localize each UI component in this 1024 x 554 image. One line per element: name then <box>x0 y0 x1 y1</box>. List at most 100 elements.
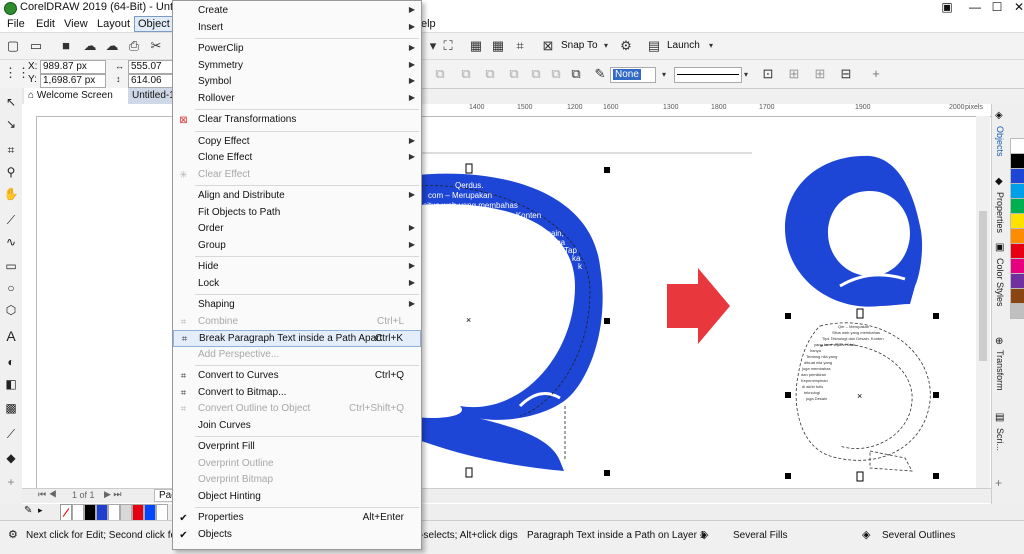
menu-item-convert-to-curves[interactable]: ⌗ Convert to Curves Ctrl+Q <box>173 368 421 385</box>
menu-item-object-hinting[interactable]: Object Hinting <box>173 489 421 506</box>
grid-icon[interactable]: ▦ <box>490 38 506 54</box>
eyedropper-icon[interactable]: ✎ <box>24 505 32 516</box>
color-styles-icon[interactable]: ▣ <box>995 242 1004 253</box>
menu-item-break-paragraph-text-inside-a-path-apart[interactable]: ⌗ Break Paragraph Text inside a Path Apar… <box>173 330 421 347</box>
fill-tool-icon[interactable]: ◆ <box>3 450 19 466</box>
width-field[interactable]: 555.07 px <box>128 60 174 84</box>
menu-item-copy-effect[interactable]: Copy Effect ▶ <box>173 134 421 151</box>
snap-to-dropdown[interactable]: Snap To <box>561 38 598 54</box>
launch-dropdown[interactable]: Launch <box>667 38 700 54</box>
launch-icon[interactable]: ▤ <box>646 38 662 54</box>
transform-icon[interactable]: ⊕ <box>995 336 1003 347</box>
rulers-icon[interactable]: ▦ <box>468 38 484 54</box>
add-docker-icon[interactable]: + <box>995 476 1002 490</box>
menu-item-symmetry[interactable]: Symmetry ▶ <box>173 58 421 75</box>
artistic-media-icon[interactable]: ∿ <box>3 234 19 250</box>
vertical-scroll-thumb[interactable] <box>979 211 987 361</box>
menu-item-lock[interactable]: Lock ▶ <box>173 276 421 293</box>
pick-tool-icon[interactable]: ↖ <box>3 94 19 110</box>
docker-tab-color-styles[interactable]: Color Styles <box>995 258 1005 307</box>
shape-tool-icon[interactable]: ↘ <box>3 116 19 132</box>
crop-tool-icon[interactable]: ⌗ <box>3 142 19 158</box>
save-icon[interactable]: ■ <box>58 38 74 54</box>
dropdown-chevron-icon[interactable]: ▾ <box>425 38 441 54</box>
menu-item-insert[interactable]: Insert ▶ <box>173 20 421 37</box>
create-boundary-icon[interactable]: ⧉ <box>568 66 584 82</box>
options-gear-icon[interactable]: ⚙ <box>618 38 634 54</box>
right-palette-swatch[interactable] <box>1010 213 1024 229</box>
cloud-download-icon[interactable]: ☁ <box>104 38 120 54</box>
properties-icon[interactable]: ◆ <box>995 176 1003 187</box>
new-document-icon[interactable]: ▢ <box>5 38 21 54</box>
intersect-icon[interactable]: ⧉ <box>482 66 498 82</box>
menu-view[interactable]: View <box>61 17 91 31</box>
right-palette-swatch[interactable] <box>1010 303 1024 319</box>
right-palette-swatch[interactable] <box>1010 273 1024 289</box>
height-field[interactable]: 614.06 px <box>128 74 174 98</box>
right-palette-swatch[interactable] <box>1010 168 1024 184</box>
checker-tool-icon[interactable]: ▩ <box>3 400 19 416</box>
add-icon[interactable]: + <box>868 66 884 82</box>
rectangle-tool-icon[interactable]: ▭ <box>3 258 19 274</box>
menu-item-align-and-distribute[interactable]: Align and Distribute ▶ <box>173 188 421 205</box>
ellipse-tool-icon[interactable]: ○ <box>3 280 19 296</box>
menu-layout[interactable]: Layout <box>94 17 133 31</box>
objects-icon[interactable]: ◈ <box>995 110 1003 121</box>
menu-item-create[interactable]: Create ▶ <box>173 3 421 20</box>
restore-docker-icon[interactable]: ▣ <box>934 0 960 16</box>
outline-width-dropdown[interactable]: None <box>610 67 656 83</box>
first-page-icon[interactable]: ⏮ ◀ <box>38 489 57 500</box>
menu-item-clear-transformations[interactable]: ⊠ Clear Transformations <box>173 112 421 129</box>
shadow-tool-icon[interactable]: ◐ <box>3 354 19 370</box>
y-position-field[interactable]: 1,698.67 px <box>40 74 106 88</box>
to-front-icon[interactable]: ⊞ <box>786 66 802 82</box>
back-minus-front-icon[interactable]: ⧉ <box>548 66 564 82</box>
align-icon[interactable]: ⊟ <box>838 66 854 82</box>
right-palette-swatch[interactable] <box>1010 258 1024 274</box>
pan-tool-icon[interactable]: ✋ <box>3 186 19 202</box>
menu-item-overprint-fill[interactable]: Overprint Fill <box>173 439 421 456</box>
zoom-tool-icon[interactable]: ⚲ <box>3 164 19 180</box>
menu-item-powerclip[interactable]: PowerClip ▶ <box>173 41 421 58</box>
menu-item-fit-objects-to-path[interactable]: Fit Objects to Path <box>173 205 421 222</box>
add-tool-icon[interactable]: + <box>3 474 19 490</box>
front-minus-back-icon[interactable]: ⧉ <box>528 66 544 82</box>
fill-indicator-icon[interactable]: ◈ <box>700 528 708 541</box>
snap-chevron-icon[interactable]: ▾ <box>598 38 614 54</box>
reference-point-icon[interactable]: ⋮⋮ <box>4 65 30 81</box>
tab-welcome-screen[interactable]: ⌂ Welcome Screen <box>24 88 128 104</box>
cloud-upload-icon[interactable]: ☁ <box>82 38 98 54</box>
next-page-icon[interactable]: ▶ ⏭ <box>104 489 122 500</box>
to-back-icon[interactable]: ⊞ <box>812 66 828 82</box>
docker-tab-properties[interactable]: Properties <box>995 192 1005 233</box>
menu-item-convert-to-bitmap[interactable]: ⌗ Convert to Bitmap... <box>173 385 421 402</box>
palette-menu-icon[interactable]: ▸ <box>38 505 43 516</box>
text-tool-icon[interactable]: A <box>3 328 19 344</box>
wrap-text-icon[interactable]: ⊡ <box>760 66 776 82</box>
full-screen-icon[interactable]: ⛶ <box>440 38 456 54</box>
menu-item-hide[interactable]: Hide ▶ <box>173 259 421 276</box>
outline-width-chevron-icon[interactable]: ▾ <box>656 67 672 83</box>
menu-item-group[interactable]: Group ▶ <box>173 238 421 255</box>
transparency-tool-icon[interactable]: ◧ <box>3 376 19 392</box>
line-style-chevron-icon[interactable]: ▾ <box>738 67 754 83</box>
print-icon[interactable]: ⎙ <box>126 38 142 54</box>
menu-item-join-curves[interactable]: Join Curves <box>173 418 421 435</box>
outline-pen-icon[interactable]: ✎ <box>592 66 608 82</box>
menu-item-properties[interactable]: ✔ Properties Alt+Enter <box>173 510 421 527</box>
simplify-icon[interactable]: ⧉ <box>506 66 522 82</box>
close-button[interactable]: ✕ <box>1006 0 1024 16</box>
freehand-tool-icon[interactable]: ⟋ <box>3 212 19 228</box>
docker-tab-objects[interactable]: Objects <box>995 126 1005 157</box>
docker-tab-scripts[interactable]: Scri... <box>995 428 1005 451</box>
eyedropper-tool-icon[interactable]: ⟋ <box>3 426 19 442</box>
right-palette-swatch[interactable] <box>1010 288 1024 304</box>
docker-tab-transform[interactable]: Transform <box>995 350 1005 391</box>
menu-edit[interactable]: Edit <box>33 17 58 31</box>
right-palette-swatch[interactable] <box>1010 138 1024 154</box>
menu-item-rollover[interactable]: Rollover ▶ <box>173 91 421 108</box>
settings-gear-icon[interactable]: ⚙ <box>8 528 18 541</box>
menu-item-objects[interactable]: ✔ Objects <box>173 527 421 544</box>
outline-indicator-icon[interactable]: ◈ <box>862 528 870 541</box>
script-icon[interactable]: ▤ <box>995 412 1004 423</box>
